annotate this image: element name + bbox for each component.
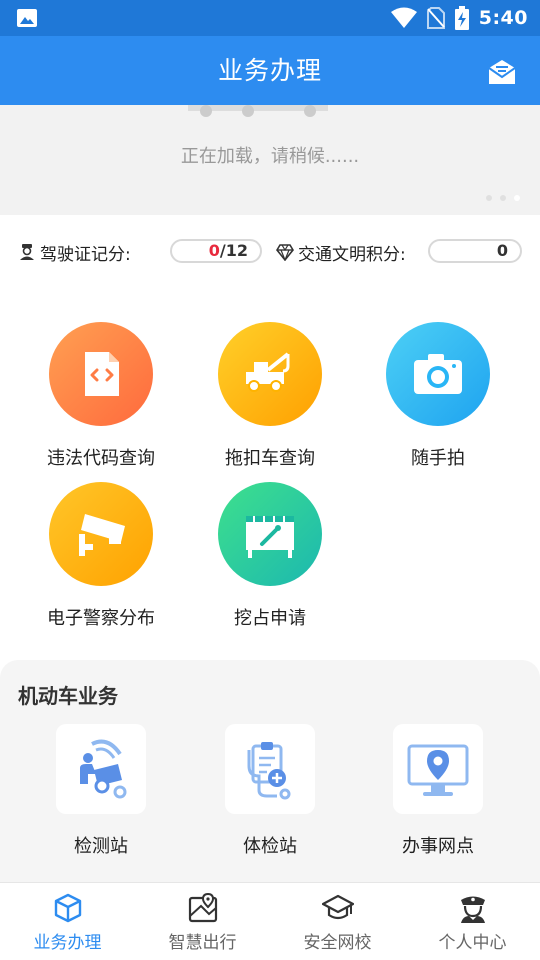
surveillance-camera-icon (49, 482, 153, 586)
license-points-label: 驾驶证记分: (40, 244, 131, 265)
carousel-indicator (486, 195, 520, 201)
license-points[interactable]: 驾驶证记分: (18, 232, 131, 272)
page-title: 业务办理 (217, 56, 322, 85)
license-points-value: 0/12 (170, 239, 262, 263)
no-sim-icon (426, 7, 445, 29)
service-location-label: 办事网点 (402, 836, 474, 857)
nav-label: 智慧出行 (168, 933, 237, 953)
nav-label: 安全网校 (303, 933, 372, 953)
banner-carousel[interactable]: 正在加载，请稍候...... (0, 105, 540, 215)
civility-points-value: 0 (428, 239, 522, 263)
nav-business[interactable]: 业务办理 (0, 883, 135, 960)
cube-icon (54, 893, 81, 923)
construction-board-icon (218, 482, 322, 586)
service-label: 电子警察分布 (47, 608, 155, 629)
nav-safety-school[interactable]: 安全网校 (270, 883, 405, 960)
driver-icon (20, 244, 34, 260)
service-location-icon (393, 724, 483, 814)
clock-time: 5:40 (478, 7, 528, 29)
nav-smart-travel[interactable]: 智慧出行 (135, 883, 270, 960)
inspection-station-button[interactable]: 检测站 (17, 724, 185, 858)
medical-checkup-button[interactable]: 体检站 (186, 724, 354, 858)
carousel-dot-active (514, 195, 520, 201)
carousel-dot (486, 195, 492, 201)
police-officer-icon (460, 896, 485, 923)
app-header: 业务办理 (0, 36, 540, 105)
service-quick-photo[interactable]: 随手拍 (354, 322, 522, 472)
message-envelope-icon[interactable] (486, 58, 518, 86)
license-points-total: /12 (219, 241, 248, 260)
graduation-cap-icon (321, 894, 354, 920)
diamond-icon (276, 244, 294, 261)
license-points-current: 0 (208, 241, 220, 260)
code-document-icon (49, 322, 153, 426)
battery-charging-icon (454, 6, 469, 30)
civility-points-number: 0 (496, 241, 508, 260)
wifi-icon (390, 7, 417, 28)
medical-checkup-icon (225, 724, 315, 814)
nav-label: 业务办理 (33, 933, 102, 953)
service-label: 随手拍 (411, 448, 465, 469)
service-violation-code-query[interactable]: 违法代码查询 (17, 322, 185, 472)
banner-placeholder-image (188, 105, 328, 117)
carousel-dot (500, 195, 506, 201)
bottom-navigation: 业务办理 智慧出行 安全网校 个人中心 (0, 882, 540, 960)
motor-vehicle-card: 机动车业务 检测站 体检站 办事网点 (0, 660, 540, 882)
service-electronic-police-map[interactable]: 电子警察分布 (17, 482, 185, 632)
tow-truck-icon (218, 322, 322, 426)
civility-points[interactable]: 交通文明积分: (276, 232, 406, 272)
service-label: 挖占申请 (234, 608, 306, 629)
medical-checkup-label: 体检站 (243, 836, 297, 857)
image-notification-icon (17, 9, 37, 27)
service-location-button[interactable]: 办事网点 (354, 724, 522, 858)
status-bar: 5:40 (0, 0, 540, 36)
score-row: 驾驶证记分: 0/12 交通文明积分: 0 (0, 232, 540, 272)
loading-text: 正在加载，请稍候...... (180, 146, 360, 167)
service-label: 拖扣车查询 (225, 448, 315, 469)
nav-personal-center[interactable]: 个人中心 (405, 883, 540, 960)
service-tow-query[interactable]: 拖扣车查询 (186, 322, 354, 472)
inspection-station-label: 检测站 (74, 836, 128, 857)
camera-icon (386, 322, 490, 426)
nav-label: 个人中心 (438, 933, 507, 953)
service-road-occupation-apply[interactable]: 挖占申请 (186, 482, 354, 632)
map-icon (188, 892, 217, 923)
section-title: 机动车业务 (18, 684, 118, 708)
service-label: 违法代码查询 (47, 448, 155, 469)
civility-points-label: 交通文明积分: (298, 244, 406, 265)
inspection-station-icon (56, 724, 146, 814)
